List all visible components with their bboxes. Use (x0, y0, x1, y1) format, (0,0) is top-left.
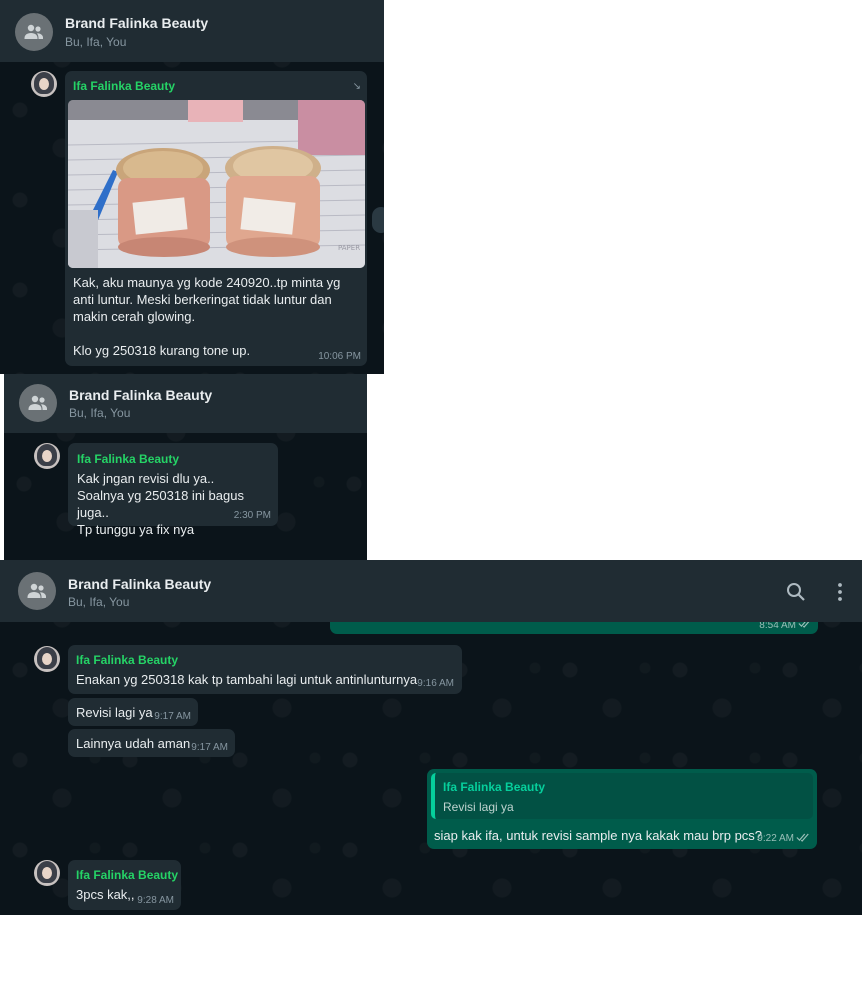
message-time: 10:06 PM (318, 351, 361, 362)
message-time: 9:17 AM (154, 711, 191, 722)
chat-header[interactable]: Brand Falinka Beauty Bu, Ifa, You (4, 374, 367, 433)
quoted-message[interactable]: Ifa Falinka Beauty Revisi lagi ya (431, 773, 813, 819)
message-bubble[interactable]: Ifa Falinka Beauty Kak jngan revisi dlu … (68, 443, 278, 537)
chat-header[interactable]: Brand Falinka Beauty Bu, Ifa, You (0, 560, 862, 622)
message-photo[interactable]: PAPER (68, 100, 365, 268)
double-check-icon (796, 833, 809, 842)
chat-participants: Bu, Ifa, You (68, 595, 130, 609)
chat-screenshot-2: Brand Falinka Beauty Bu, Ifa, You Ifa Fa… (4, 374, 367, 560)
chat-header[interactable]: Brand Falinka Beauty Bu, Ifa, You (0, 0, 384, 62)
paper-text: PAPER (338, 244, 360, 252)
group-avatar-icon[interactable] (18, 572, 56, 610)
message-text[interactable]: 3pcs kak,, (76, 886, 135, 903)
search-icon[interactable] (784, 580, 808, 604)
chat-participants: Bu, Ifa, You (69, 406, 131, 420)
group-avatar-icon[interactable] (15, 13, 53, 51)
photo-image: PAPER (68, 100, 365, 268)
image-message[interactable]: Ifa Falinka Beauty ↘ PAPER Kak, aku maun… (65, 71, 367, 366)
chat-title[interactable]: Brand Falinka Beauty (68, 576, 211, 592)
chat-title[interactable]: Brand Falinka Beauty (65, 15, 208, 31)
sender-name[interactable]: Ifa Falinka Beauty (73, 79, 175, 93)
message-text[interactable]: Kak jngan revisi dlu ya.. Soalnya yg 250… (77, 470, 277, 538)
message-caption[interactable]: Kak, aku maunya yg kode 240920..tp minta… (73, 274, 363, 359)
sender-avatar[interactable] (34, 443, 60, 469)
message-time: 9:16 AM (417, 678, 454, 689)
message-time: 9:22 AM (757, 833, 794, 844)
quoted-text: Revisi lagi ya (443, 800, 514, 814)
sender-avatar[interactable] (34, 646, 60, 672)
more-vertical-icon[interactable] (828, 580, 852, 604)
chat-screenshot-3: 8:54 AM Brand Falinka Beauty Bu, Ifa, Yo… (0, 560, 862, 915)
outgoing-reply-message[interactable]: Ifa Falinka Beauty Revisi lagi ya siap k… (427, 769, 817, 849)
chat-screenshot-1: Brand Falinka Beauty Bu, Ifa, You Ifa Fa… (0, 0, 384, 374)
group-avatar-icon[interactable] (19, 384, 57, 422)
quoted-sender: Ifa Falinka Beauty (443, 780, 546, 794)
expand-icon[interactable]: ↘ (353, 81, 361, 92)
message-text[interactable]: siap kak ifa, untuk revisi sample nya ka… (434, 827, 762, 844)
message-text[interactable]: Lainnya udah aman (76, 735, 190, 752)
sender-name[interactable]: Ifa Falinka Beauty (76, 868, 178, 882)
message-time: 9:17 AM (191, 742, 228, 753)
message-time: 2:30 PM (233, 510, 271, 521)
sender-avatar[interactable] (34, 860, 60, 886)
sender-name[interactable]: Ifa Falinka Beauty (76, 653, 178, 667)
message-bubble[interactable]: Revisi lagi ya 9:17 AM (68, 698, 198, 726)
message-text[interactable]: Enakan yg 250318 kak tp tambahi lagi unt… (76, 671, 417, 688)
message-time: 9:28 AM (137, 895, 174, 906)
message-bubble[interactable]: Lainnya udah aman 9:17 AM (68, 729, 235, 757)
sender-avatar[interactable] (31, 71, 57, 97)
message-bubble[interactable]: Ifa Falinka Beauty 3pcs kak,, 9:28 AM (68, 860, 181, 910)
message-text[interactable]: Revisi lagi ya (76, 704, 153, 721)
sender-name[interactable]: Ifa Falinka Beauty (77, 452, 179, 466)
forward-icon[interactable] (372, 207, 384, 233)
message-bubble[interactable]: Ifa Falinka Beauty Enakan yg 250318 kak … (68, 645, 462, 694)
chat-title[interactable]: Brand Falinka Beauty (69, 387, 212, 403)
chat-participants: Bu, Ifa, You (65, 35, 127, 49)
